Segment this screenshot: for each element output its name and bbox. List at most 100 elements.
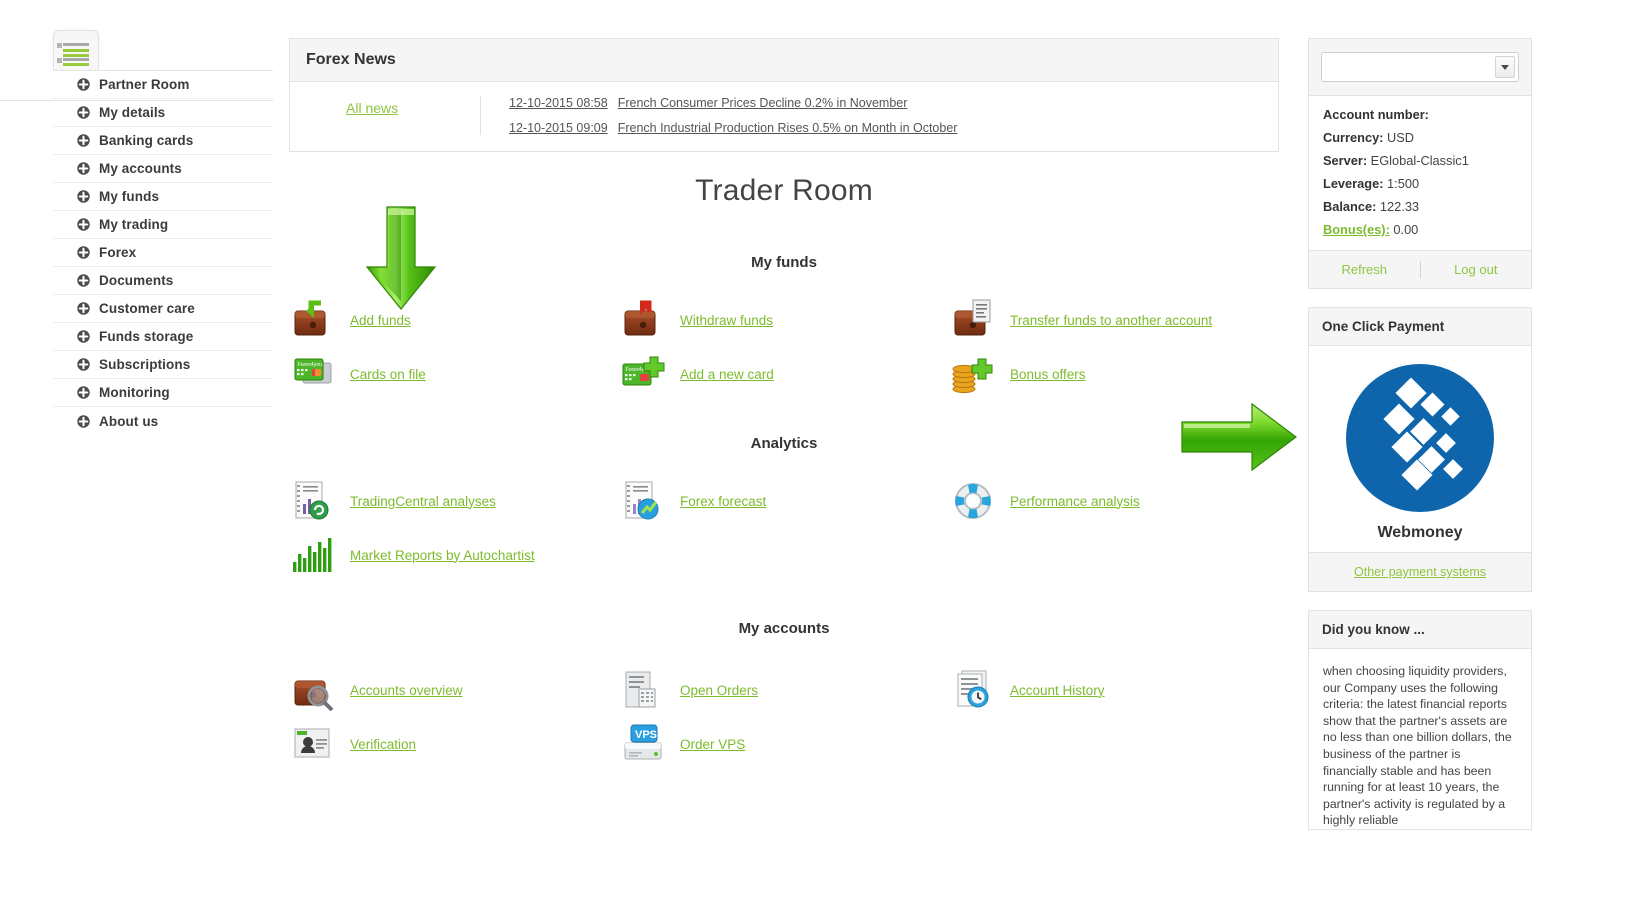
plus-circle-icon (77, 218, 90, 231)
link-row: Forex4you Cards on file Forex4you Add a … (289, 347, 1279, 401)
sidebar-item-partner-room[interactable]: Partner Room (53, 71, 273, 99)
account-field-key[interactable]: Bonus(es): (1323, 222, 1390, 237)
one-click-payment-footer: Other payment systems (1309, 552, 1531, 591)
sidebar-item-about-us[interactable]: About us (53, 407, 273, 435)
account-field: Bonus(es): 0.00 (1323, 222, 1517, 237)
link-label[interactable]: Withdraw funds (680, 313, 773, 328)
refresh-button[interactable]: Refresh (1309, 262, 1420, 277)
account-field: Currency: USD (1323, 130, 1517, 145)
sidebar-toggle-button[interactable] (53, 30, 99, 70)
forex-news-body: All news 12-10-2015 08:58 French Consumer… (290, 82, 1278, 151)
green-down-arrow-icon (361, 203, 441, 313)
plus-circle-icon (77, 246, 90, 259)
link-item-cards-on-file[interactable]: Forex4you Cards on file (289, 347, 619, 401)
link-label[interactable]: Performance analysis (1010, 494, 1140, 509)
sidebar-item-customer-care[interactable]: Customer care (53, 295, 273, 323)
link-label[interactable]: Add a new card (680, 367, 774, 382)
account-field-value: 1:500 (1387, 176, 1420, 191)
link-label[interactable]: Bonus offers (1010, 367, 1086, 382)
list-menu-icon-line (63, 43, 89, 46)
plus-circle-icon (77, 134, 90, 147)
link-item-market-reports-by-autochartist[interactable]: Market Reports by Autochartist (289, 528, 619, 582)
sidebar-item-my-accounts[interactable]: My accounts (53, 155, 273, 183)
report-chart-icon (619, 478, 667, 524)
link-item-account-history[interactable]: Account History (949, 663, 1279, 717)
sidebar-item-label: My funds (99, 189, 160, 204)
link-label[interactable]: Add funds (350, 313, 411, 328)
news-link[interactable]: 12-10-2015 09:09 French Industrial Produc… (509, 121, 957, 135)
sidebar-item-my-funds[interactable]: My funds (53, 183, 273, 211)
link-item-accounts-overview[interactable]: Accounts overview (289, 663, 619, 717)
sidebar-item-label: Documents (99, 273, 174, 288)
link-row: Verification VPS Order VPS (289, 717, 1279, 771)
link-item-bonus-offers[interactable]: Bonus offers (949, 347, 1279, 401)
link-label[interactable]: Verification (350, 737, 416, 752)
sidebar-item-label: About us (99, 413, 159, 429)
account-field: Account number: (1323, 107, 1517, 122)
link-label[interactable]: TradingCentral analyses (350, 494, 496, 509)
link-label[interactable]: Cards on file (350, 367, 426, 382)
link-label[interactable]: Account History (1010, 683, 1105, 698)
other-payment-systems-link[interactable]: Other payment systems (1354, 565, 1486, 579)
sidebar-item-label: Monitoring (99, 385, 170, 400)
plus-circle-icon (77, 162, 90, 175)
card-plus-icon: Forex4you (619, 351, 667, 397)
link-label[interactable]: Forex forecast (680, 494, 766, 509)
green-right-arrow-icon (1178, 398, 1300, 476)
sidebar-item-label: Partner Room (99, 77, 190, 92)
link-label[interactable]: Open Orders (680, 683, 758, 698)
link-label[interactable]: Transfer funds to another account (1010, 313, 1212, 328)
link-label[interactable]: Accounts overview (350, 683, 463, 698)
sidebar-item-label: My accounts (99, 161, 182, 176)
server-list-icon (619, 667, 667, 713)
account-field-value: 0.00 (1393, 222, 1419, 237)
link-item-forex-forecast[interactable]: Forex forecast (619, 474, 949, 528)
logout-button[interactable]: Log out (1421, 262, 1532, 277)
documents-clock-icon (949, 667, 997, 713)
all-news-link[interactable]: All news (346, 100, 398, 116)
link-row: TradingCentral analyses Forex forecast P… (289, 474, 1279, 528)
link-item-open-orders[interactable]: Open Orders (619, 663, 949, 717)
link-item-withdraw-funds[interactable]: Withdraw funds (619, 293, 949, 347)
link-label[interactable]: Market Reports by Autochartist (350, 548, 535, 563)
chevron-down-icon[interactable] (1495, 56, 1515, 78)
sidebar-item-forex[interactable]: Forex (53, 239, 273, 267)
link-item-order-vps[interactable]: VPS Order VPS (619, 717, 949, 771)
plus-circle-icon (77, 386, 90, 399)
news-link[interactable]: 12-10-2015 08:58 French Consumer Prices D… (509, 96, 907, 110)
account-field-key: Server: (1323, 153, 1368, 168)
sidebar-item-label: My trading (99, 217, 169, 232)
plus-circle-icon (77, 414, 90, 428)
link-item-performance-analysis[interactable]: Performance analysis (949, 474, 1279, 528)
sidebar-item-monitoring[interactable]: Monitoring (53, 379, 273, 407)
account-field: Balance: 122.33 (1323, 199, 1517, 214)
account-field-value: USD (1387, 130, 1415, 145)
link-row: Market Reports by Autochartist (289, 528, 1279, 582)
sidebar-item-my-trading[interactable]: My trading (53, 211, 273, 239)
account-field-value: EGlobal-Classic1 (1370, 153, 1469, 168)
plus-circle-icon (77, 78, 90, 91)
account-select[interactable] (1321, 52, 1519, 82)
link-item-transfer-funds-to-another-account[interactable]: Transfer funds to another account (949, 293, 1279, 347)
trader-room-page: Partner Room My details Banking cards My… (0, 0, 1633, 918)
link-item-tradingcentral-analyses[interactable]: TradingCentral analyses (289, 474, 619, 528)
payment-provider-name: Webmoney (1377, 524, 1463, 541)
sidebar-item-my-details[interactable]: My details (53, 99, 273, 127)
link-item-verification[interactable]: Verification (289, 717, 619, 771)
coins-plus-icon (949, 351, 997, 397)
svg-text:VPS: VPS (635, 729, 657, 741)
list-menu-icon-line (63, 54, 89, 57)
list-menu-icon-line (63, 58, 89, 61)
sidebar-item-banking-cards[interactable]: Banking cards (53, 127, 273, 155)
sidebar-item-documents[interactable]: Documents (53, 267, 273, 295)
svg-text:Forex4you: Forex4you (298, 362, 323, 368)
plus-circle-icon (77, 330, 90, 343)
link-item-add-a-new-card[interactable]: Forex4you Add a new card (619, 347, 949, 401)
link-item-add-funds[interactable]: Add funds (289, 293, 619, 347)
section-title: Analytics (750, 435, 818, 452)
sidebar-item-funds-storage[interactable]: Funds storage (53, 323, 273, 351)
account-info: Account number: Currency: USD Server: EGl… (1309, 96, 1531, 250)
link-label[interactable]: Order VPS (680, 737, 745, 752)
sidebar-item-subscriptions[interactable]: Subscriptions (53, 351, 273, 379)
account-field: Leverage: 1:500 (1323, 176, 1517, 191)
